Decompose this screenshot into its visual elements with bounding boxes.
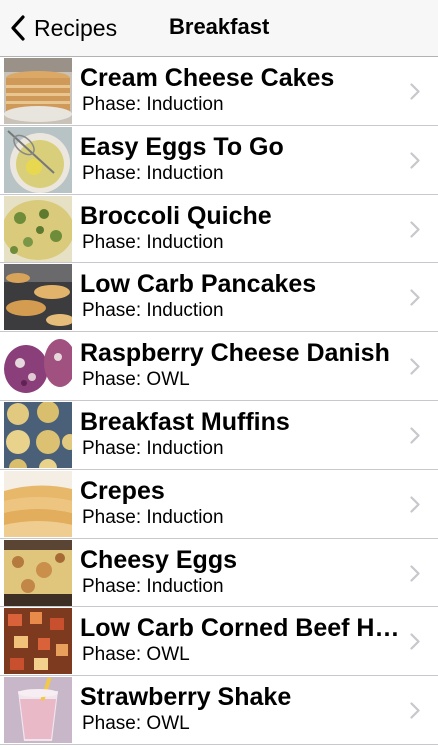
- chevron-right-icon: [410, 220, 420, 238]
- recipe-phase: Phase: Induction: [82, 437, 224, 459]
- recipe-row-raspberry-cheese-danish[interactable]: Raspberry Cheese Danish Phase: OWL: [0, 332, 438, 401]
- crepes-photo: [4, 470, 72, 537]
- back-button-label: Recipes: [34, 14, 118, 41]
- recipe-title: Crepes: [80, 476, 165, 505]
- recipe-title: Low Carb Pancakes: [80, 270, 317, 299]
- recipe-row-strawberry-shake[interactable]: Strawberry Shake Phase: OWL: [0, 676, 438, 745]
- chevron-right-icon: [410, 289, 420, 306]
- chevron-right-icon: [410, 633, 420, 650]
- chevron-right-icon: [410, 427, 420, 444]
- pancake-stack-photo: [4, 58, 72, 124]
- recipe-row-cream-cheese-cakes[interactable]: Cream Cheese Cakes Phase: Induction: [0, 57, 438, 126]
- recipe-title: Cheesy Eggs: [80, 545, 238, 574]
- recipe-phase: Phase: OWL: [82, 644, 190, 666]
- recipe-title: Easy Eggs To Go: [80, 132, 284, 161]
- recipe-row-crepes[interactable]: Crepes Phase: Induction: [0, 469, 438, 539]
- cheesy-eggs-photo: [4, 539, 72, 606]
- recipe-title: Cream Cheese Cakes: [80, 64, 335, 92]
- strawberry-shake-photo: [4, 677, 72, 744]
- recipe-title: Breakfast Muffins: [80, 407, 290, 436]
- recipe-list: Cream Cheese Cakes Phase: Induction Easy…: [0, 57, 438, 745]
- recipe-row-broccoli-quiche[interactable]: Broccoli Quiche Phase: Induction: [0, 194, 438, 264]
- recipe-phase: Phase: OWL: [82, 713, 190, 735]
- chevron-right-icon: [410, 358, 420, 375]
- recipe-title: Low Carb Corned Beef Hash: [80, 614, 400, 643]
- chevron-right-icon: [410, 496, 420, 513]
- recipe-row-low-carb-corned-beef-hash[interactable]: Low Carb Corned Beef Hash Phase: OWL: [0, 607, 438, 677]
- recipe-phase: Phase: OWL: [82, 369, 190, 391]
- broccoli-quiche-photo: [4, 195, 72, 262]
- recipe-phase: Phase: Induction: [82, 575, 224, 597]
- recipe-phase: Phase: Induction: [82, 506, 224, 528]
- recipe-phase: Phase: Induction: [82, 231, 224, 253]
- recipe-row-breakfast-muffins[interactable]: Breakfast Muffins Phase: Induction: [0, 400, 438, 470]
- recipe-row-easy-eggs-to-go[interactable]: Easy Eggs To Go Phase: Induction: [0, 125, 438, 195]
- recipe-phase: Phase: Induction: [82, 162, 224, 184]
- recipe-phase: Phase: Induction: [82, 300, 224, 322]
- recipe-title: Raspberry Cheese Danish: [80, 339, 390, 368]
- recipe-row-cheesy-eggs[interactable]: Cheesy Eggs Phase: Induction: [0, 538, 438, 608]
- recipe-title: Broccoli Quiche: [80, 201, 272, 230]
- page-title: Breakfast: [169, 14, 270, 39]
- back-button[interactable]: Recipes: [10, 12, 117, 44]
- recipe-title: Strawberry Shake: [80, 683, 292, 712]
- raspberry-danish-photo: [4, 333, 72, 400]
- whisked-eggs-bowl-photo: [4, 126, 72, 193]
- chevron-right-icon: [410, 702, 420, 719]
- recipe-row-low-carb-pancakes[interactable]: Low Carb Pancakes Phase: Induction: [0, 263, 438, 333]
- navigation-bar: Recipes Breakfast: [0, 0, 438, 57]
- recipe-phase: Phase: Induction: [82, 94, 224, 115]
- chevron-left-icon: [10, 15, 26, 41]
- griddle-pancakes-photo: [4, 264, 72, 331]
- chevron-right-icon: [410, 83, 420, 100]
- chevron-right-icon: [410, 152, 420, 169]
- muffin-tin-photo: [4, 401, 72, 468]
- corned-beef-hash-photo: [4, 608, 72, 675]
- chevron-right-icon: [410, 564, 420, 582]
